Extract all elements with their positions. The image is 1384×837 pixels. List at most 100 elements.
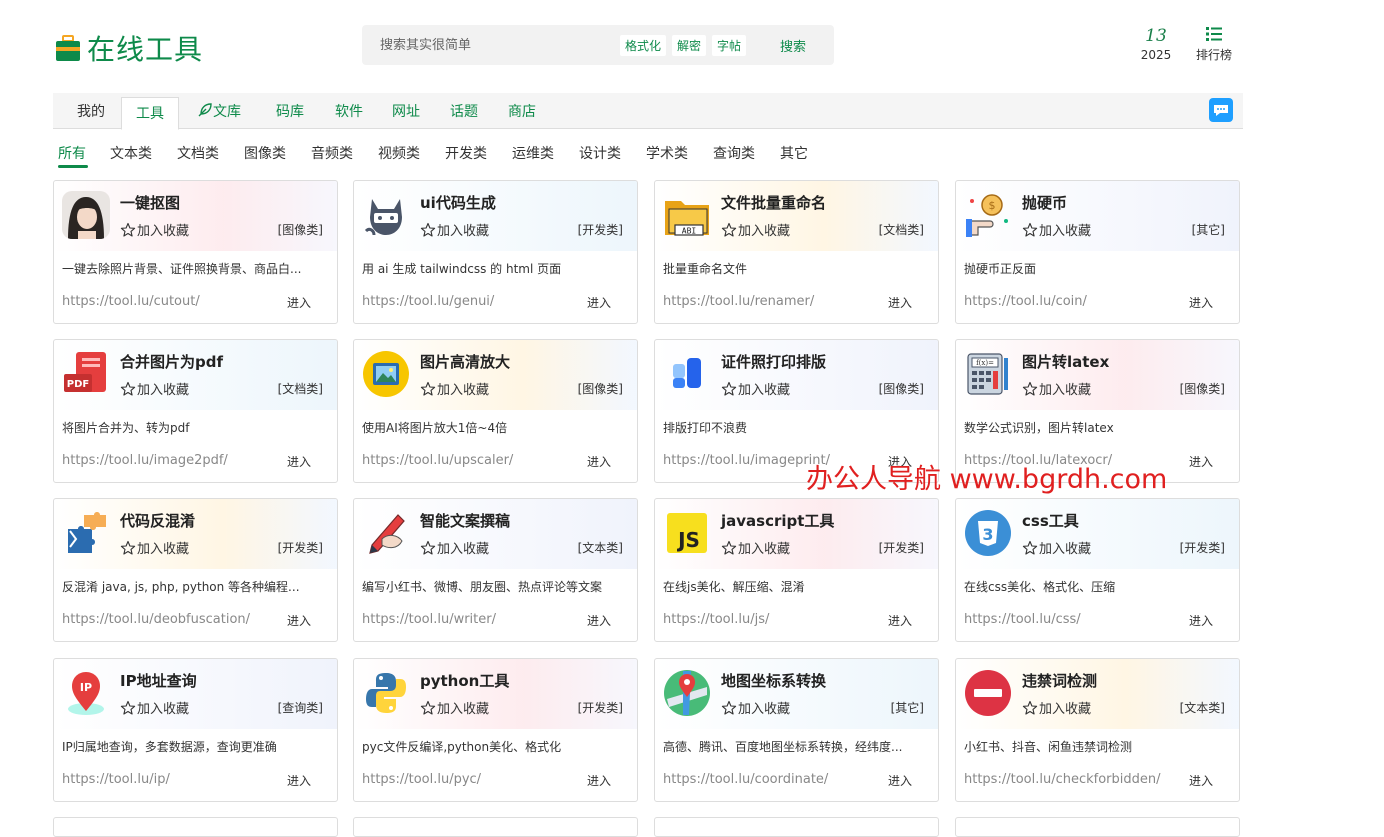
tool-title[interactable]: 图片转latex: [1022, 351, 1109, 372]
tool-title[interactable]: 违禁词检测: [1022, 670, 1097, 691]
tab-topics[interactable]: 话题: [450, 93, 478, 128]
tool-url-link[interactable]: https://tool.lu/genui/: [362, 294, 494, 309]
add-favorite-button[interactable]: 加入收藏: [420, 220, 489, 239]
category-academic[interactable]: 学术类: [646, 143, 688, 163]
tool-title[interactable]: javascript工具: [721, 510, 834, 531]
tool-card[interactable]: 图片高清放大 加入收藏 [图像类] 使用AI将图片放大1倍~4倍 https://too…: [353, 339, 638, 483]
tool-title[interactable]: 代码反混淆: [120, 510, 195, 531]
tool-card[interactable]: PDF 合并图片为pdf 加入收藏 [文档类] 将图片合并为、转为pdf https://…: [53, 339, 338, 483]
tool-title[interactable]: 一键抠图: [120, 192, 180, 213]
add-favorite-button[interactable]: 加入收藏: [1022, 538, 1091, 557]
category-image[interactable]: 图像类: [244, 143, 286, 163]
tab-mine[interactable]: 我的: [77, 93, 105, 128]
tool-title[interactable]: 抛硬币: [1022, 192, 1067, 213]
tool-card[interactable]: IP IP地址查询 加入收藏 [查询类] IP归属地查询，多套数据源，查询更准确 http…: [53, 658, 338, 802]
tool-title[interactable]: 图片高清放大: [420, 351, 510, 372]
tool-card[interactable]: JS javascript工具 加入收藏 [开发类] 在线js美化、解压缩、混淆 http…: [654, 498, 939, 642]
tool-url-link[interactable]: https://tool.lu/deobfuscation/: [62, 612, 250, 627]
tool-url-link[interactable]: https://tool.lu/imageprint/: [663, 453, 830, 468]
add-favorite-button[interactable]: 加入收藏: [120, 220, 189, 239]
search-tag-copybook[interactable]: 字帖: [712, 35, 747, 56]
tab-store[interactable]: 商店: [508, 93, 536, 128]
tool-url-link[interactable]: https://tool.lu/ip/: [62, 772, 170, 787]
add-favorite-button[interactable]: 加入收藏: [721, 379, 790, 398]
tool-title[interactable]: python工具: [420, 670, 509, 691]
tool-title[interactable]: css工具: [1022, 510, 1079, 531]
add-favorite-button[interactable]: 加入收藏: [1022, 698, 1091, 717]
tool-title[interactable]: 地图坐标系转换: [721, 670, 826, 691]
enter-button[interactable]: 进入: [1189, 612, 1213, 629]
tool-title[interactable]: 合并图片为pdf: [120, 351, 223, 372]
category-other[interactable]: 其它: [780, 143, 808, 163]
tool-title[interactable]: 证件照打印排版: [721, 351, 826, 372]
search-tag-format[interactable]: 格式化: [620, 35, 667, 56]
tool-url-link[interactable]: https://tool.lu/writer/: [362, 612, 496, 627]
enter-button[interactable]: 进入: [1189, 294, 1213, 311]
logo[interactable]: 在线工具: [55, 28, 203, 68]
tool-url-link[interactable]: https://tool.lu/renamer/: [663, 294, 814, 309]
tool-card[interactable]: 违禁词检测 加入收藏 [文本类] 小红书、抖音、闲鱼违禁词检测 https://tool…: [955, 658, 1240, 802]
category-all[interactable]: 所有: [58, 143, 86, 163]
tool-url-link[interactable]: https://tool.lu/js/: [663, 612, 769, 627]
enter-button[interactable]: 进入: [587, 294, 611, 311]
tab-urls[interactable]: 网址: [392, 93, 420, 128]
category-video[interactable]: 视频类: [378, 143, 420, 163]
enter-button[interactable]: 进入: [1189, 453, 1213, 470]
add-favorite-button[interactable]: 加入收藏: [721, 538, 790, 557]
tab-software[interactable]: 软件: [335, 93, 363, 128]
enter-button[interactable]: 进入: [1189, 772, 1213, 789]
category-dev[interactable]: 开发类: [445, 143, 487, 163]
tool-title[interactable]: 智能文案撰稿: [420, 510, 510, 531]
add-favorite-button[interactable]: 加入收藏: [120, 698, 189, 717]
ranking-button[interactable]: 排行榜: [1192, 26, 1236, 63]
category-query[interactable]: 查询类: [713, 143, 755, 163]
tab-tools[interactable]: 工具: [121, 97, 179, 130]
enter-button[interactable]: 进入: [287, 612, 311, 629]
category-text[interactable]: 文本类: [110, 143, 152, 163]
category-audio[interactable]: 音频类: [311, 143, 353, 163]
add-favorite-button[interactable]: 加入收藏: [420, 698, 489, 717]
tool-url-link[interactable]: https://tool.lu/upscaler/: [362, 453, 513, 468]
enter-button[interactable]: 进入: [587, 612, 611, 629]
tool-url-link[interactable]: https://tool.lu/image2pdf/: [62, 453, 228, 468]
add-favorite-button[interactable]: 加入收藏: [1022, 220, 1091, 239]
tool-card[interactable]: python工具 加入收藏 [开发类] pyc文件反编译,python美化、格式化 ht…: [353, 658, 638, 802]
search-tag-decrypt[interactable]: 解密: [672, 35, 707, 56]
enter-button[interactable]: 进入: [888, 772, 912, 789]
search-button[interactable]: 搜索: [780, 36, 806, 55]
enter-button[interactable]: 进入: [287, 453, 311, 470]
category-ops[interactable]: 运维类: [512, 143, 554, 163]
enter-button[interactable]: 进入: [287, 772, 311, 789]
tool-card[interactable]: 代码反混淆 加入收藏 [开发类] 反混淆 java, js, php, python …: [53, 498, 338, 642]
tool-card[interactable]: ABI 文件批量重命名 加入收藏 [文档类] 批量重命名文件 https://tool.l…: [654, 180, 939, 324]
category-document[interactable]: 文档类: [177, 143, 219, 163]
add-favorite-button[interactable]: 加入收藏: [721, 698, 790, 717]
tool-card[interactable]: 地图坐标系转换 加入收藏 [其它] 高德、腾讯、百度地图坐标系转换，经纬度... htt…: [654, 658, 939, 802]
add-favorite-button[interactable]: 加入收藏: [1022, 379, 1091, 398]
tool-title[interactable]: ui代码生成: [420, 192, 496, 213]
tool-title[interactable]: 文件批量重命名: [721, 192, 826, 213]
tool-url-link[interactable]: https://tool.lu/cutout/: [62, 294, 200, 309]
enter-button[interactable]: 进入: [287, 294, 311, 311]
tool-url-link[interactable]: https://tool.lu/checkforbidden/: [964, 772, 1161, 787]
enter-button[interactable]: 进入: [587, 453, 611, 470]
tool-card[interactable]: 一键抠图 加入收藏 [图像类] 一键去除照片背景、证件照换背景、商品白... https…: [53, 180, 338, 324]
tool-card[interactable]: 智能文案撰稿 加入收藏 [文本类] 编写小红书、微博、朋友圈、热点评论等文案 https…: [353, 498, 638, 642]
enter-button[interactable]: 进入: [587, 772, 611, 789]
tool-card[interactable]: ui代码生成 加入收藏 [开发类] 用 ai 生成 tailwindcss 的 htm…: [353, 180, 638, 324]
search-input[interactable]: [378, 36, 612, 54]
tool-url-link[interactable]: https://tool.lu/coordinate/: [663, 772, 828, 787]
tool-url-link[interactable]: https://tool.lu/pyc/: [362, 772, 481, 787]
tool-url-link[interactable]: https://tool.lu/css/: [964, 612, 1081, 627]
chat-icon[interactable]: [1209, 98, 1233, 122]
tab-codebase[interactable]: 码库: [276, 93, 304, 128]
tool-card[interactable]: 3 css工具 加入收藏 [开发类] 在线css美化、格式化、压缩 https://too…: [955, 498, 1240, 642]
category-design[interactable]: 设计类: [579, 143, 621, 163]
add-favorite-button[interactable]: 加入收藏: [120, 538, 189, 557]
tool-title[interactable]: IP地址查询: [120, 670, 197, 691]
add-favorite-button[interactable]: 加入收藏: [721, 220, 790, 239]
add-favorite-button[interactable]: 加入收藏: [120, 379, 189, 398]
enter-button[interactable]: 进入: [888, 294, 912, 311]
add-favorite-button[interactable]: 加入收藏: [420, 379, 489, 398]
add-favorite-button[interactable]: 加入收藏: [420, 538, 489, 557]
